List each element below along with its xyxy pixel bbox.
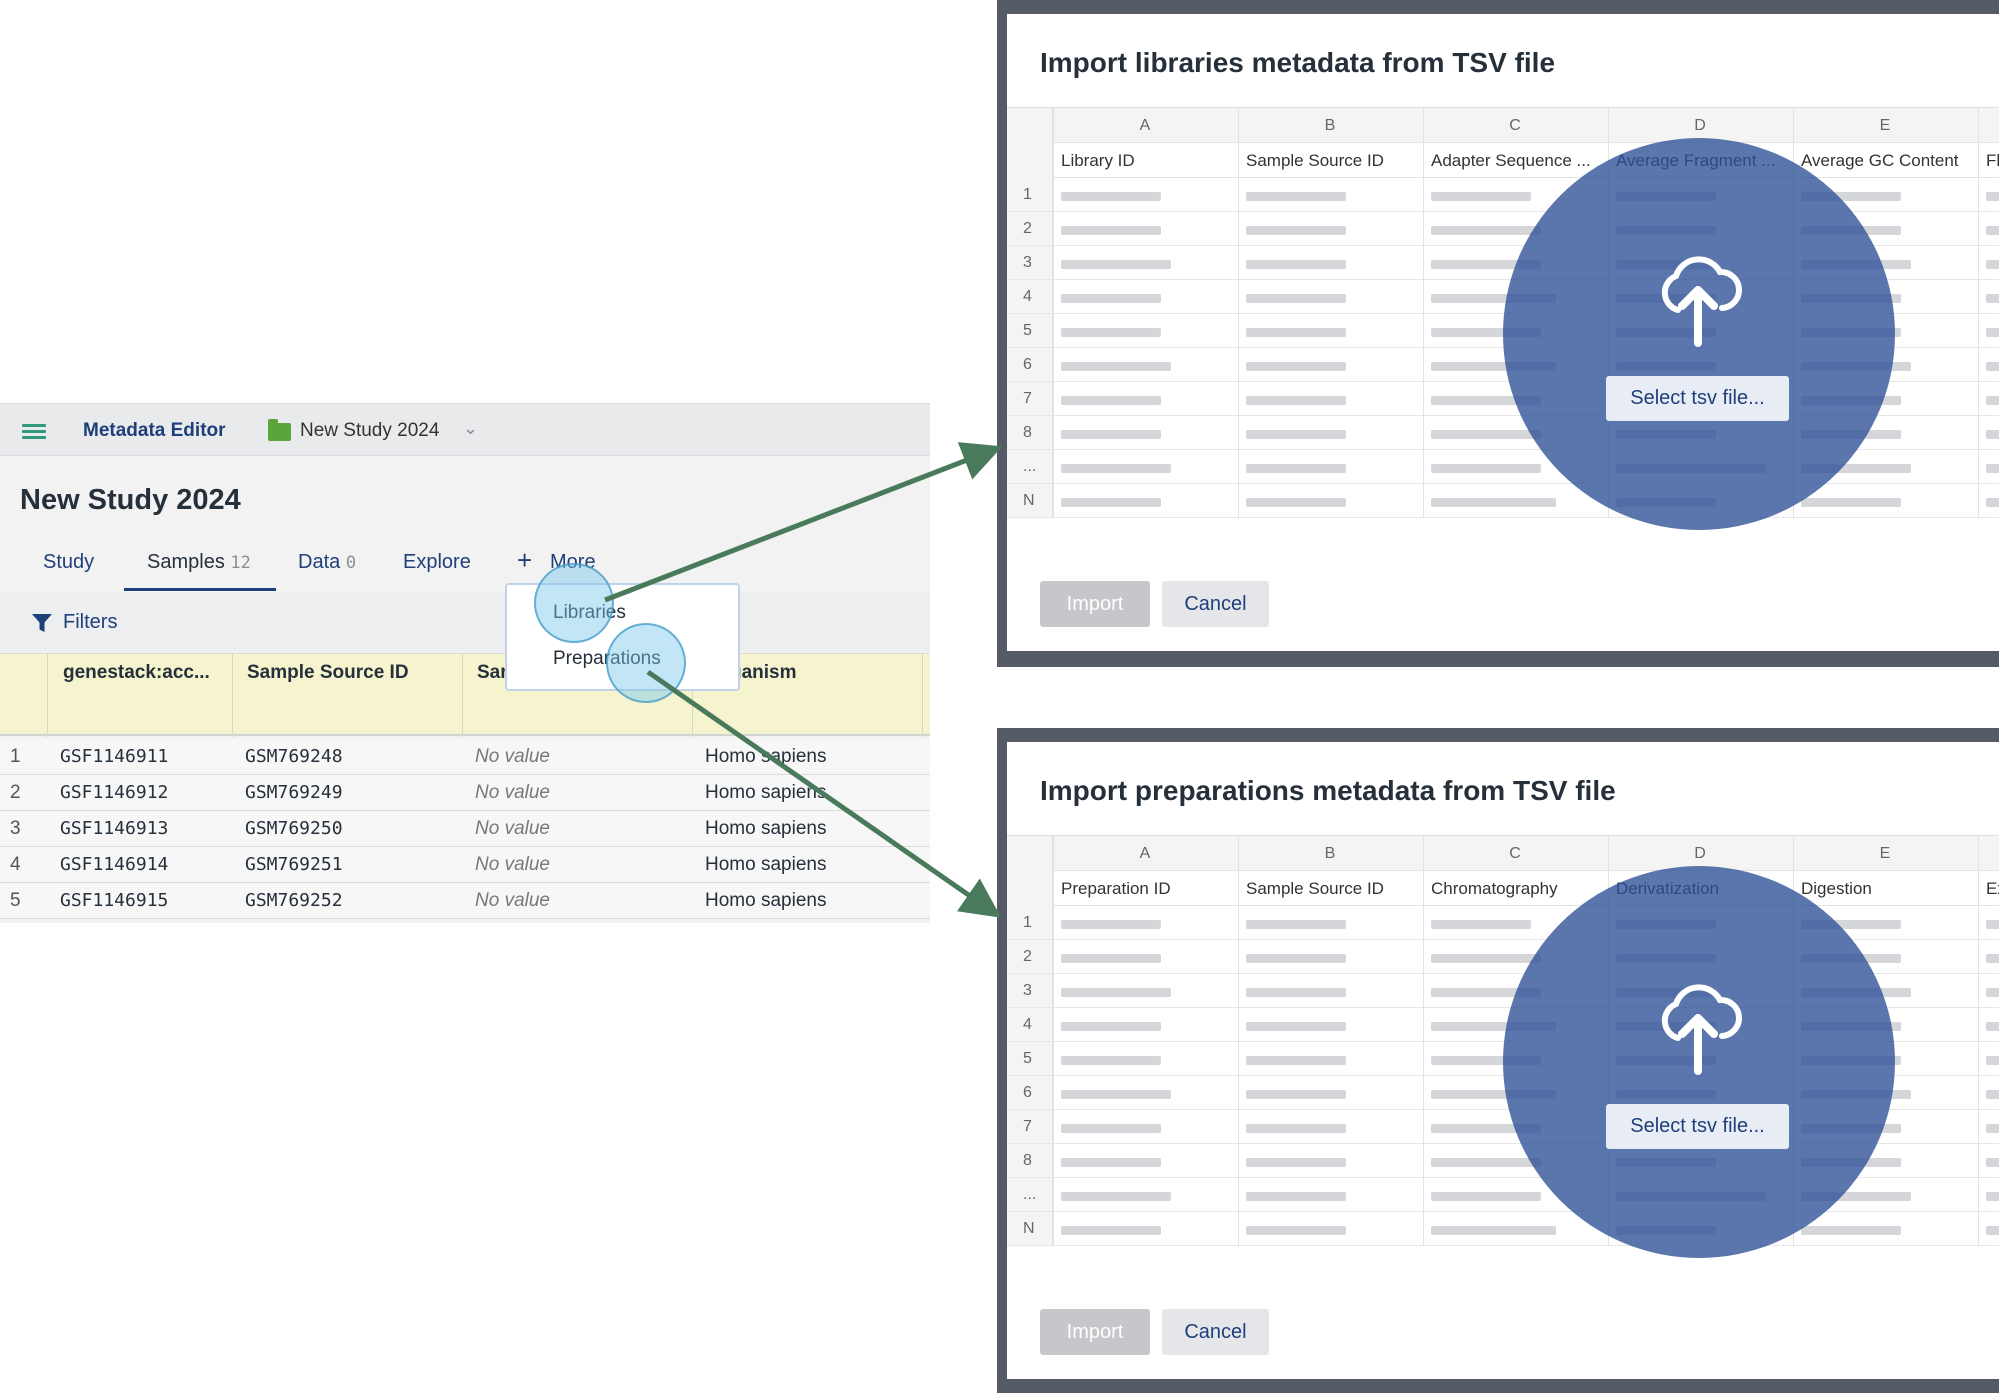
composite-screenshot: Metadata Editor New Study 2024 ⌄ New Stu…: [0, 0, 1999, 1393]
arrow-to-preparations-dialog: [646, 669, 1002, 918]
flow-arrows: [604, 442, 1003, 918]
arrow-to-libraries-dialog: [604, 442, 1003, 603]
